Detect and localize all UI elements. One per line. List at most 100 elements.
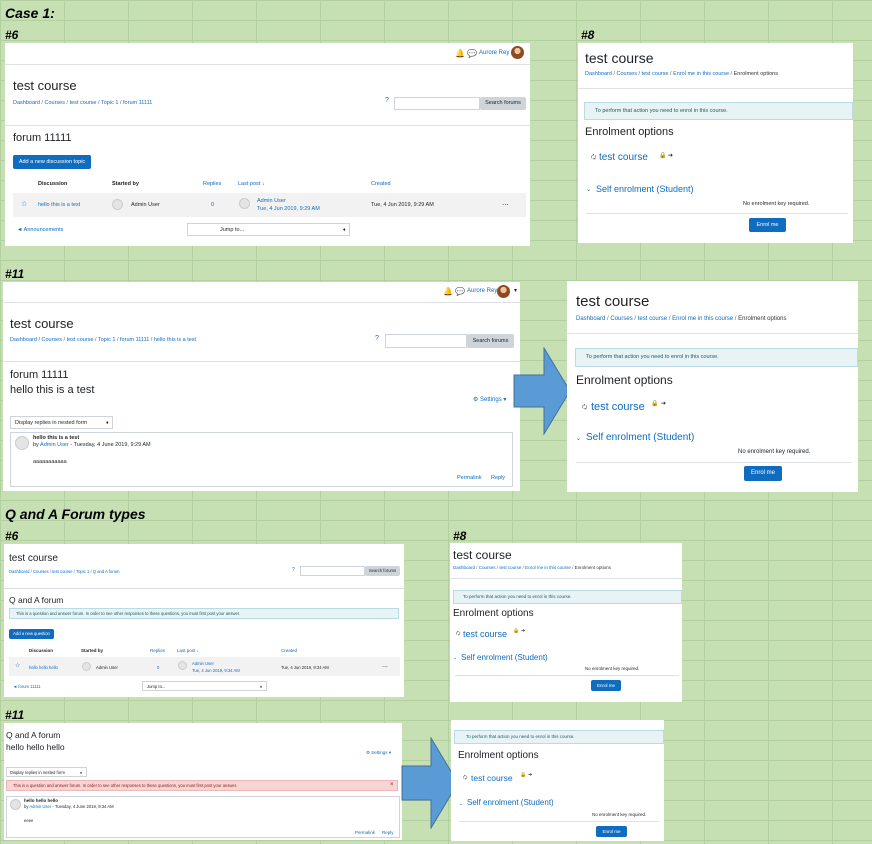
chat-icon[interactable]: 💬 [455,287,465,296]
enrol-me-button[interactable]: Enrol me [596,826,627,837]
crumb-dashboard[interactable]: Dashboard [13,100,40,106]
col-replies[interactable]: Replies [150,648,165,653]
crumb-courses[interactable]: Courses [617,71,637,77]
permalink-link[interactable]: Permalink [457,475,481,481]
last-post-date[interactable]: Tue, 4 Jun 2019, 9:29 AM [257,206,320,212]
started-by-user[interactable]: Admin User [96,665,118,670]
crumb-forum[interactable]: forum 11111 [123,100,152,106]
last-post-user[interactable]: Admin User [192,661,214,666]
crumb-course[interactable]: test course [638,316,667,322]
enrol-me-button[interactable]: Enrol me [591,680,621,691]
crumb-course[interactable]: test course [642,71,669,77]
more-actions-icon[interactable]: ... [382,662,388,669]
crumb-forum[interactable]: Q and A forum [93,569,120,574]
search-input[interactable] [394,97,480,110]
help-icon[interactable]: ? [375,335,379,342]
permalink-link[interactable]: Permalink [355,830,375,835]
chevron-down-icon[interactable]: ▾ [514,287,517,294]
crumb-dashboard[interactable]: Dashboard [576,316,605,322]
crumb-courses[interactable]: Courses [42,337,62,343]
help-icon[interactable]: ? [292,567,295,573]
crumb-course[interactable]: test course [70,100,97,106]
col-created[interactable]: Created [281,648,297,653]
crumb-forum[interactable]: forum 11111 [120,337,149,343]
search-forums-button[interactable]: Search forums [480,97,526,110]
more-actions-icon[interactable]: ... [502,198,509,207]
display-mode-select[interactable]: Display replies in nested form ♦ [10,416,113,429]
self-enrol-toggle[interactable]: Self enrolment (Student) [461,653,548,662]
crumb-enrol[interactable]: Enrol me in this course [672,316,733,322]
started-by-user[interactable]: Admin User [131,202,160,208]
crumb-dashboard[interactable]: Dashboard [585,71,612,77]
course-link[interactable]: test course [599,152,648,163]
chevron-down-icon[interactable]: ⌄ [576,435,581,442]
crumb-dashboard[interactable]: Dashboard [453,565,475,570]
crumb-topic[interactable]: Topic 1 [101,100,118,106]
crumb-course[interactable]: test course [499,565,521,570]
prev-activity-link[interactable]: ◄ Announcements [17,227,63,233]
self-enrol-toggle[interactable]: Self enrolment (Student) [467,798,554,807]
col-last-post[interactable]: Last post ↓ [238,181,265,187]
bell-icon[interactable]: 🔔 [455,49,465,58]
self-enrol-toggle[interactable]: Self enrolment (Student) [586,432,694,443]
search-forums-button[interactable]: Search forums [467,334,514,348]
self-enrol-toggle[interactable]: Self enrolment (Student) [596,184,694,194]
crumb-courses[interactable]: Courses [610,316,632,322]
discussion-link[interactable]: hello this is a test [38,202,80,208]
col-last-post[interactable]: Last post ↓ [177,648,199,653]
course-link[interactable]: test course [463,629,507,639]
post-author[interactable]: Admin User [29,804,51,809]
enrol-me-button[interactable]: Enrol me [744,466,782,481]
crumb-enrol[interactable]: Enrol me in this course [673,71,729,77]
chevron-down-icon[interactable]: ⌄ [586,186,591,193]
crumb-courses[interactable]: Courses [33,569,49,574]
replies-count[interactable]: 0 [157,665,159,670]
col-created[interactable]: Created [371,181,391,187]
display-mode-select[interactable]: Display replies in nested form ♦ [6,767,87,777]
chevron-down-icon[interactable]: ⌄ [459,801,463,807]
table-row[interactable] [13,193,526,217]
crumb-courses[interactable]: Courses [45,100,65,106]
user-menu[interactable]: Aurore Rey [467,288,497,294]
search-input[interactable] [300,566,365,576]
reply-link[interactable]: Reply [382,830,394,835]
last-post-date[interactable]: Tue, 4 Jun 2019, 9:34 AM [192,668,240,673]
jump-to-select[interactable]: Jump to... ♦ [187,223,350,236]
crumb-course[interactable]: test course [67,337,94,343]
discussion-link[interactable]: hello hello hello [29,665,58,670]
star-icon[interactable]: ☆ [21,200,27,208]
crumb-course[interactable]: test course [52,569,72,574]
search-forums-button[interactable]: Search forums [365,566,400,576]
col-replies[interactable]: Replies [203,181,221,187]
search-input[interactable] [385,334,467,348]
settings-menu[interactable]: ⚙ Settings ▾ [473,396,506,403]
add-question-button[interactable]: Add a new question [9,629,54,639]
chevron-down-icon[interactable]: ⌄ [453,655,457,661]
course-link[interactable]: test course [591,401,645,413]
course-link[interactable]: test course [471,773,513,783]
reply-link[interactable]: Reply [491,475,505,481]
help-icon[interactable]: ? [385,97,389,104]
user-avatar[interactable] [511,46,524,59]
crumb-topic[interactable]: Topic 1 [98,337,115,343]
user-menu[interactable]: Aurore Rey [479,50,509,56]
crumb-discussion[interactable]: hello this is a test [154,337,196,343]
replies-count[interactable]: 0 [211,202,214,208]
crumb-topic[interactable]: Topic 1 [76,569,89,574]
enrol-me-button[interactable]: Enrol me [749,218,786,232]
bell-icon[interactable]: 🔔 [443,287,453,296]
jump-to-select[interactable]: Jump to... ♦ [142,681,267,691]
last-post-user[interactable]: Admin User [257,198,286,204]
table-row[interactable] [9,657,400,676]
prev-activity-link[interactable]: ◄ forum 11111 [13,684,41,689]
star-icon[interactable]: ☆ [15,662,20,669]
crumb-dashboard[interactable]: Dashboard [9,569,30,574]
post-author[interactable]: Admin User [40,442,69,448]
settings-menu[interactable]: ⚙ Settings ▾ [366,750,391,756]
chat-icon[interactable]: 💬 [467,49,477,58]
crumb-courses[interactable]: Courses [479,565,496,570]
crumb-enrol[interactable]: Enrol me in this course [525,565,571,570]
add-discussion-button[interactable]: Add a new discussion topic [13,155,91,169]
close-icon[interactable]: × [390,781,394,790]
user-avatar[interactable] [497,285,510,298]
